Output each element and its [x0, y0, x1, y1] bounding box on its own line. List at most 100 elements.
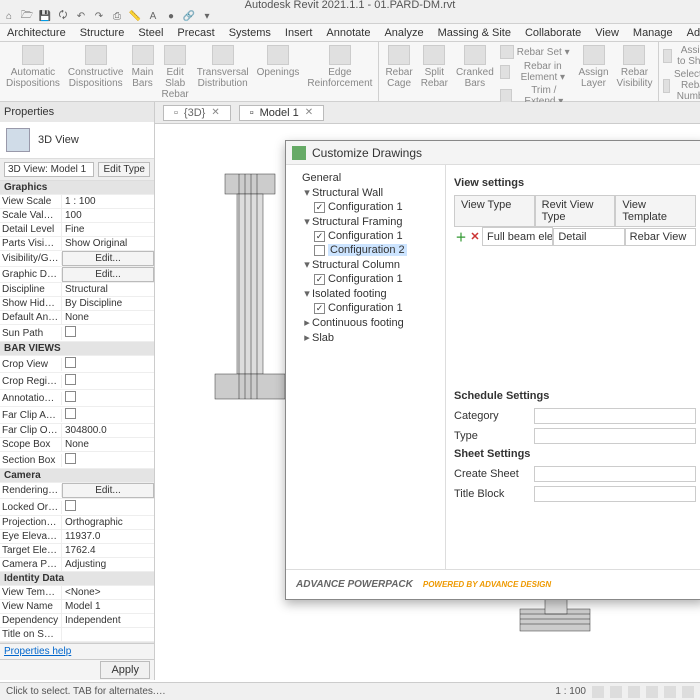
property-row[interactable]: Visibility/Graphics O...Edit...: [0, 251, 154, 267]
tree-node[interactable]: ▾Isolated footing: [286, 286, 445, 301]
ribbon-tab[interactable]: View: [588, 25, 626, 41]
property-row[interactable]: Crop Region Visible: [0, 373, 154, 390]
tree-node[interactable]: General: [286, 171, 445, 185]
ribbon-tab[interactable]: Systems: [222, 25, 278, 41]
ribbon-tab[interactable]: Massing & Site: [431, 25, 518, 41]
ribbon-button[interactable]: CrankedBars: [452, 44, 498, 90]
status-icon[interactable]: [592, 686, 604, 698]
property-value[interactable]: By Discipline: [62, 297, 154, 310]
ribbon-tab[interactable]: Analyze: [377, 25, 430, 41]
property-value[interactable]: [62, 452, 154, 468]
status-icon[interactable]: [628, 686, 640, 698]
properties-help-link[interactable]: Properties help: [0, 643, 154, 659]
property-value[interactable]: [62, 373, 154, 389]
property-value[interactable]: 11937.0: [62, 530, 154, 543]
tree-checkbox[interactable]: ✓: [314, 274, 325, 285]
tree-expand-icon[interactable]: ▾: [302, 258, 312, 271]
tree-expand-icon[interactable]: ▾: [302, 215, 312, 228]
property-row[interactable]: DependencyIndependent: [0, 614, 154, 628]
property-value[interactable]: 100: [62, 209, 154, 222]
property-group[interactable]: Identity Data: [0, 572, 154, 586]
tree-node[interactable]: ▸Slab: [286, 330, 445, 345]
tree-node[interactable]: ▾Structural Wall: [286, 185, 445, 200]
create-sheet-dropdown[interactable]: [534, 466, 696, 482]
property-row[interactable]: Scale Value 1:100: [0, 209, 154, 223]
ribbon-button[interactable]: MainBars: [128, 44, 158, 90]
tree-expand-icon[interactable]: ▾: [302, 186, 312, 199]
property-row[interactable]: Default Analysis Disp...None: [0, 311, 154, 325]
property-row[interactable]: Crop View: [0, 356, 154, 373]
property-value[interactable]: Edit...: [62, 251, 154, 266]
type-selector-dropdown[interactable]: 3D View: Model 1: [4, 162, 94, 177]
ribbon-button-small[interactable]: Assign to Sheet: [661, 44, 700, 68]
tree-checkbox[interactable]: ✓: [314, 231, 325, 242]
grid-cell-viewtemplate[interactable]: Rebar View: [625, 228, 696, 246]
tree-expand-icon[interactable]: ▸: [302, 316, 312, 329]
grid-cell-revitviewtype[interactable]: Detail: [553, 228, 624, 246]
ribbon-button-small[interactable]: Select by Rebar Number: [661, 68, 700, 103]
property-group[interactable]: BAR VIEWS: [0, 342, 154, 356]
ribbon-tab[interactable]: Structure: [73, 25, 132, 41]
ribbon-button-small[interactable]: Rebar Set ▾: [498, 44, 575, 60]
property-row[interactable]: Parts VisibilityShow Original: [0, 237, 154, 251]
qat-home-icon[interactable]: ⌂: [2, 11, 16, 23]
property-row[interactable]: Title on Sheet: [0, 628, 154, 642]
status-icon[interactable]: [664, 686, 676, 698]
tree-node[interactable]: ▸Continuous footing: [286, 315, 445, 330]
ribbon-tab[interactable]: Manage: [626, 25, 680, 41]
property-value[interactable]: Orthographic: [62, 516, 154, 529]
qat-sync-icon[interactable]: 🗘: [56, 11, 70, 23]
property-value[interactable]: None: [62, 311, 154, 324]
property-row[interactable]: Sun Path: [0, 325, 154, 342]
qat-undo-icon[interactable]: ↶: [74, 11, 88, 23]
property-value[interactable]: None: [62, 438, 154, 451]
property-row[interactable]: Projection ModeOrthographic: [0, 516, 154, 530]
property-row[interactable]: Scope BoxNone: [0, 438, 154, 452]
property-value[interactable]: 304800.0: [62, 424, 154, 437]
property-value[interactable]: 1762.4: [62, 544, 154, 557]
qat-dropdown-icon[interactable]: ▾: [200, 11, 214, 23]
qat-save-icon[interactable]: 💾: [38, 11, 52, 23]
add-row-icon[interactable]: ＋: [454, 229, 468, 245]
property-value[interactable]: Edit...: [62, 267, 154, 282]
property-value[interactable]: Independent: [62, 614, 154, 627]
ribbon-button[interactable]: EdgeReinforcement: [303, 44, 376, 90]
ribbon-button-small[interactable]: Rebar in Element ▾: [498, 60, 575, 84]
property-value[interactable]: [62, 499, 154, 515]
ribbon-tab[interactable]: Precast: [170, 25, 221, 41]
qat-redo-icon[interactable]: ↷: [92, 11, 106, 23]
dialog-title-bar[interactable]: Customize Drawings: [286, 141, 700, 165]
close-icon[interactable]: ✕: [305, 107, 313, 118]
ribbon-button[interactable]: AutomaticDispositions: [2, 44, 64, 90]
qat-measure-icon[interactable]: 📏: [128, 11, 142, 23]
property-value[interactable]: Adjusting: [62, 558, 154, 571]
status-icon[interactable]: [682, 686, 694, 698]
property-row[interactable]: DisciplineStructural: [0, 283, 154, 297]
property-value[interactable]: <None>: [62, 586, 154, 599]
property-row[interactable]: Graphic Display Opti...Edit...: [0, 267, 154, 283]
property-value[interactable]: Structural: [62, 283, 154, 296]
property-row[interactable]: View Scale1 : 100: [0, 195, 154, 209]
ribbon-button[interactable]: RebarCage: [381, 44, 416, 90]
ribbon-button[interactable]: ConstructiveDispositions: [64, 44, 128, 90]
property-row[interactable]: Annotation Crop: [0, 390, 154, 407]
property-row[interactable]: Detail LevelFine: [0, 223, 154, 237]
edit-type-button[interactable]: Edit Type: [98, 162, 150, 177]
property-value[interactable]: 1 : 100: [62, 195, 154, 208]
property-value[interactable]: [62, 356, 154, 372]
status-icon[interactable]: [646, 686, 658, 698]
property-value[interactable]: Fine: [62, 223, 154, 236]
tree-node[interactable]: ▾Structural Framing: [286, 214, 445, 229]
grid-header-viewtype[interactable]: View Type: [454, 195, 535, 227]
property-row[interactable]: Rendering SettingsEdit...: [0, 483, 154, 499]
property-row[interactable]: View Template<None>: [0, 586, 154, 600]
delete-row-icon[interactable]: ✕: [468, 230, 482, 243]
tree-pane[interactable]: General▾Structural Wall✓Configuration 1▾…: [286, 165, 446, 569]
grid-header-viewtemplate[interactable]: View Template: [615, 195, 696, 227]
property-row[interactable]: Eye Elevation11937.0: [0, 530, 154, 544]
qat-print-icon[interactable]: ⎙: [110, 11, 124, 23]
view-tab[interactable]: ▫Model 1✕: [239, 105, 324, 121]
ribbon-button[interactable]: AssignLayer: [575, 44, 613, 90]
grid-header-revitviewtype[interactable]: Revit View Type: [535, 195, 616, 227]
ribbon-tab[interactable]: Collaborate: [518, 25, 588, 41]
